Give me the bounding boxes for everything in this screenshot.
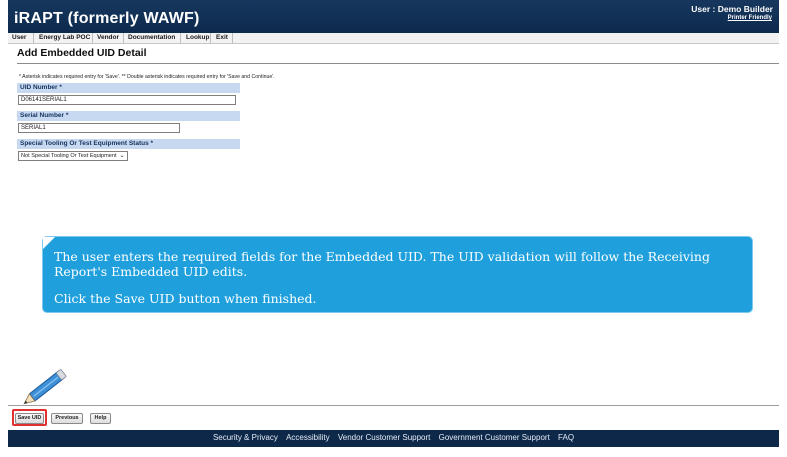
stes-status-label: Special Tooling Or Test Equipment Status…	[17, 139, 240, 149]
serial-number-label: Serial Number *	[17, 111, 240, 121]
previous-button[interactable]: Previous	[51, 413, 83, 424]
menu-energy-lab-poc[interactable]: Energy Lab POC	[39, 34, 90, 41]
footer: Security & Privacy Accessibility Vendor …	[8, 430, 779, 447]
menu-divider	[123, 33, 124, 43]
menu-user[interactable]: User	[12, 34, 26, 41]
title-divider	[17, 63, 779, 64]
menu-exit[interactable]: Exit	[216, 34, 228, 41]
required-instructions: * Asterisk indicates required entry for …	[19, 74, 275, 80]
menu-divider	[33, 33, 34, 43]
menu-lookup[interactable]: Lookup	[186, 34, 209, 41]
serial-number-input[interactable]: SERIAL1	[18, 123, 180, 133]
app-title: iRAPT (formerly WAWF)	[14, 10, 200, 27]
menu-documentation[interactable]: Documentation	[128, 34, 175, 41]
button-bar-divider	[8, 405, 779, 406]
uid-number-label: UID Number *	[17, 83, 240, 93]
stes-status-value: Not Special Tooling Or Test Equipment	[21, 153, 117, 159]
footer-link-security[interactable]: Security & Privacy	[213, 433, 278, 442]
stes-status-select[interactable]: Not Special Tooling Or Test Equipment ⌄	[18, 151, 128, 161]
footer-link-government-support[interactable]: Government Customer Support	[439, 433, 550, 442]
printer-friendly-link[interactable]: Printer Friendly	[728, 15, 772, 21]
callout-fold-corner	[43, 237, 55, 249]
menu-divider	[232, 33, 233, 43]
menu-divider	[210, 33, 211, 43]
save-uid-button[interactable]: Save UID	[15, 413, 44, 424]
user-info: User : Demo Builder	[691, 4, 773, 14]
chevron-down-icon: ⌄	[119, 153, 125, 159]
app-header: iRAPT (formerly WAWF) User : Demo Builde…	[8, 0, 779, 33]
menu-bar: User Energy Lab POC Vendor Documentation…	[8, 33, 779, 44]
menu-divider	[180, 33, 181, 43]
tutorial-callout: The user enters the required fields for …	[43, 237, 752, 312]
callout-text-line1: The user enters the required fields for …	[54, 249, 710, 264]
help-button[interactable]: Help	[90, 413, 111, 424]
callout-text-line2: Report's Embedded UID edits.	[54, 264, 248, 279]
page-title: Add Embedded UID Detail	[17, 47, 147, 59]
footer-link-faq[interactable]: FAQ	[558, 433, 574, 442]
uid-number-input[interactable]: D06141SERIAL1	[18, 95, 236, 105]
menu-vendor[interactable]: Vendor	[97, 34, 119, 41]
callout-text-line3: Click the Save UID button when finished.	[54, 291, 317, 306]
footer-link-accessibility[interactable]: Accessibility	[286, 433, 330, 442]
pencil-icon	[23, 369, 67, 405]
footer-link-vendor-support[interactable]: Vendor Customer Support	[338, 433, 431, 442]
menu-divider	[92, 33, 93, 43]
